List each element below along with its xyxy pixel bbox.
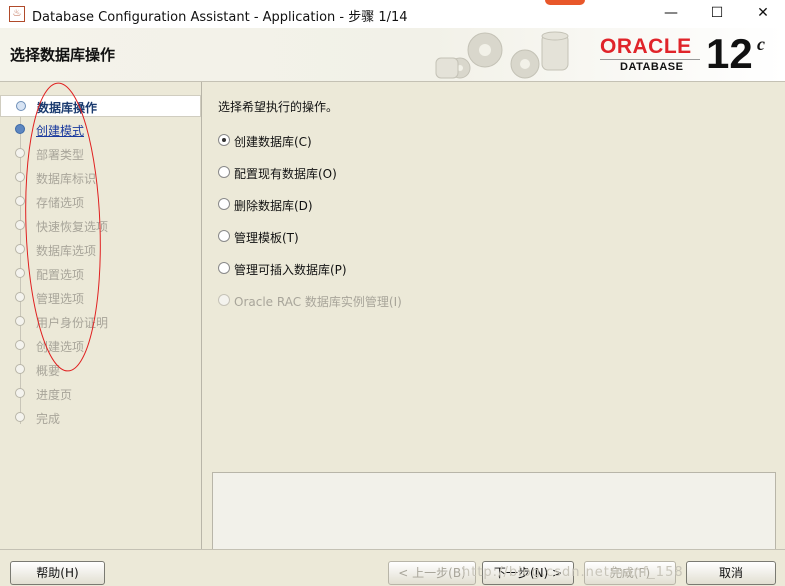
- step-indicator-icon: [15, 196, 25, 206]
- step-indicator-icon: [16, 101, 26, 111]
- steps-panel: 数据库操作创建模式部署类型数据库标识存储选项快速恢复选项 数据库选项配置选项管理选…: [0, 82, 202, 549]
- logo-divider: [600, 59, 700, 60]
- step-label: 快速恢复选项: [36, 220, 109, 234]
- option-label: 创建数据库(C): [234, 135, 312, 149]
- step-item[interactable]: 数据库操作: [0, 95, 201, 117]
- step-label: 用户身份证明: [36, 316, 109, 330]
- window-title: Database Configuration Assistant - Appli…: [32, 10, 408, 25]
- cancel-button[interactable]: 取消: [686, 561, 776, 585]
- oracle-logo-subtitle: DATABASE: [620, 61, 684, 73]
- option-label: Oracle RAC 数据库实例管理(I): [234, 295, 402, 309]
- step-indicator-icon: [15, 316, 25, 326]
- option-label: 配置现有数据库(O): [234, 167, 337, 181]
- option-label: 删除数据库(D): [234, 199, 313, 213]
- watermark-text: http://blog.csdn.net/nanf_158: [462, 565, 684, 580]
- step-label: 配置选项: [36, 268, 85, 282]
- step-item: 快速恢复选项: [0, 215, 201, 237]
- step-label: 数据库选项: [36, 244, 97, 258]
- help-button[interactable]: 帮助(H): [10, 561, 105, 585]
- step-indicator-icon: [15, 244, 25, 254]
- radio-button[interactable]: [218, 230, 230, 242]
- step-indicator-icon: [15, 412, 25, 422]
- page-title: 选择数据库操作: [10, 46, 116, 64]
- step-item: 用户身份证明: [0, 311, 201, 333]
- oracle-logo: ORACLE: [600, 35, 692, 58]
- step-label: 管理选项: [36, 292, 85, 306]
- description-box: [212, 472, 776, 550]
- step-item: 创建选项: [0, 335, 201, 357]
- radio-button[interactable]: [218, 262, 230, 274]
- java-cup-icon: ♨: [9, 6, 25, 22]
- step-item: 数据库标识: [0, 167, 201, 189]
- step-item: 存储选项: [0, 191, 201, 213]
- step-label: 概要: [36, 364, 61, 378]
- step-indicator-icon: [15, 220, 25, 230]
- maximize-button[interactable]: ☐: [694, 0, 740, 28]
- content-area: 选择希望执行的操作。 创建数据库(C) 配置现有数据库(O) 删除数据库(D) 管理模…: [202, 82, 785, 550]
- step-indicator-icon: [15, 268, 25, 278]
- close-button[interactable]: ✕: [740, 0, 785, 28]
- step-label: 完成: [36, 412, 61, 426]
- minimize-button[interactable]: —: [648, 0, 694, 28]
- step-label: 数据库标识: [36, 172, 97, 186]
- gears-decoration-icon: [435, 31, 569, 79]
- step-item[interactable]: 创建模式: [0, 119, 201, 141]
- option-label: 管理模板(T): [234, 231, 299, 245]
- title-bar: ♨ Database Configuration Assistant - App…: [0, 0, 785, 29]
- step-indicator-icon: [15, 172, 25, 182]
- option-label: 管理可插入数据库(P): [234, 263, 347, 277]
- radio-button[interactable]: [218, 134, 230, 146]
- operation-prompt: 选择希望执行的操作。: [218, 100, 339, 114]
- step-indicator-icon: [15, 364, 25, 374]
- step-label: 存储选项: [36, 196, 85, 210]
- button-bar: 帮助(H) < 上一步(B) 下一步(N) > 完成(F) 取消 http://…: [0, 549, 785, 586]
- background-window-edge: [545, 0, 585, 5]
- step-item: 数据库选项: [0, 239, 201, 261]
- radio-button[interactable]: [218, 166, 230, 178]
- step-item: 配置选项: [0, 263, 201, 285]
- radio-button: [218, 294, 230, 306]
- radio-button[interactable]: [218, 198, 230, 210]
- step-indicator-icon: [15, 292, 25, 302]
- step-indicator-icon: [15, 124, 25, 134]
- header-banner: 选择数据库操作 ORACLE DATABASE 12 c: [0, 28, 785, 82]
- step-item: 进度页: [0, 383, 201, 405]
- step-item: 部署类型: [0, 143, 201, 165]
- step-label: 创建选项: [36, 340, 85, 354]
- version-suffix: c: [757, 34, 765, 54]
- version-number: 12: [706, 30, 753, 77]
- step-item: 概要: [0, 359, 201, 381]
- step-label: 进度页: [36, 388, 73, 402]
- step-indicator-icon: [15, 148, 25, 158]
- step-label: 创建模式: [36, 124, 85, 138]
- step-item: 管理选项: [0, 287, 201, 309]
- step-label: 部署类型: [36, 148, 85, 162]
- step-label: 数据库操作: [37, 101, 98, 115]
- step-indicator-icon: [15, 340, 25, 350]
- step-indicator-icon: [15, 388, 25, 398]
- step-item: 完成: [0, 407, 201, 429]
